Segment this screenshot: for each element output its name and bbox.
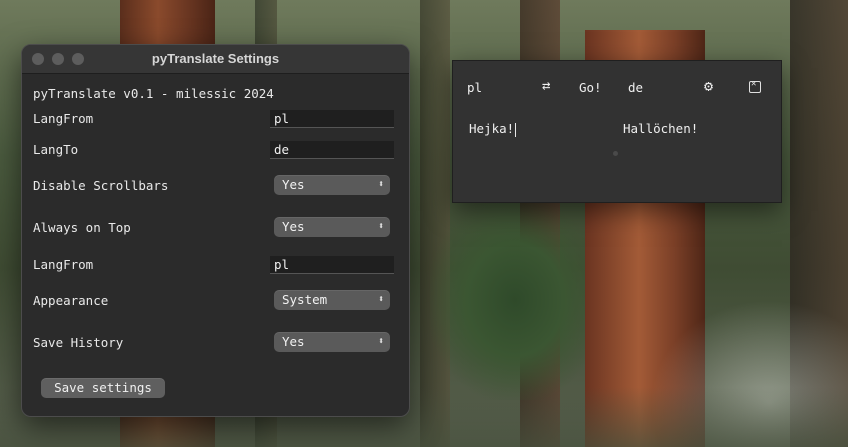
- langto-input[interactable]: de: [270, 141, 394, 159]
- foliage: [430, 200, 600, 400]
- target-language-field[interactable]: de: [628, 80, 643, 95]
- chevron-updown-icon: ⬍: [377, 221, 384, 232]
- swap-arrows-icon[interactable]: ⇄: [542, 78, 550, 94]
- save-history-value: Yes: [282, 334, 305, 349]
- go-button[interactable]: Go!: [579, 80, 602, 95]
- pane-splitter-handle[interactable]: [613, 151, 618, 156]
- always-on-top-label: Always on Top: [33, 220, 131, 235]
- close-box-icon[interactable]: [749, 79, 761, 93]
- translated-text-output: Hallöchen!: [623, 121, 699, 136]
- window-title: pyTranslate Settings: [151, 51, 280, 66]
- chevron-updown-icon: ⬍: [377, 336, 384, 347]
- source-text: Hejka!: [469, 121, 515, 136]
- source-text-input[interactable]: Hejka!: [469, 121, 517, 137]
- langto-label: LangTo: [33, 142, 79, 157]
- appearance-value: System: [282, 292, 328, 307]
- window-titlebar[interactable]: pyTranslate Settings: [22, 45, 409, 74]
- chevron-updown-icon: ⬍: [377, 294, 384, 305]
- save-history-select[interactable]: Yes ⬍: [274, 332, 390, 352]
- translator-window: pl ⇄ Go! de ⚙ Hejka! Hallöchen!: [452, 60, 782, 203]
- langfrom-label-2: LangFrom: [33, 257, 94, 272]
- disable-scrollbars-select[interactable]: Yes ⬍: [274, 175, 390, 195]
- always-on-top-value: Yes: [282, 219, 305, 234]
- langfrom-label: LangFrom: [33, 111, 94, 126]
- langfrom-input[interactable]: pl: [270, 110, 394, 128]
- appearance-label: Appearance: [33, 293, 109, 308]
- text-caret: [515, 122, 517, 137]
- source-language-field[interactable]: pl: [467, 80, 482, 95]
- langfrom-input-2[interactable]: pl: [270, 256, 394, 274]
- disable-scrollbars-label: Disable Scrollbars: [33, 178, 169, 193]
- save-history-label: Save History: [33, 335, 124, 350]
- app-version-header: pyTranslate v0.1 - milessic 2024: [33, 86, 274, 101]
- settings-window: pyTranslate Settings pyTranslate v0.1 - …: [21, 44, 410, 417]
- gear-icon[interactable]: ⚙: [704, 77, 713, 95]
- always-on-top-select[interactable]: Yes ⬍: [274, 217, 390, 237]
- save-settings-button[interactable]: Save settings: [41, 378, 165, 398]
- chevron-updown-icon: ⬍: [377, 179, 384, 190]
- disable-scrollbars-value: Yes: [282, 177, 305, 192]
- appearance-select[interactable]: System ⬍: [274, 290, 390, 310]
